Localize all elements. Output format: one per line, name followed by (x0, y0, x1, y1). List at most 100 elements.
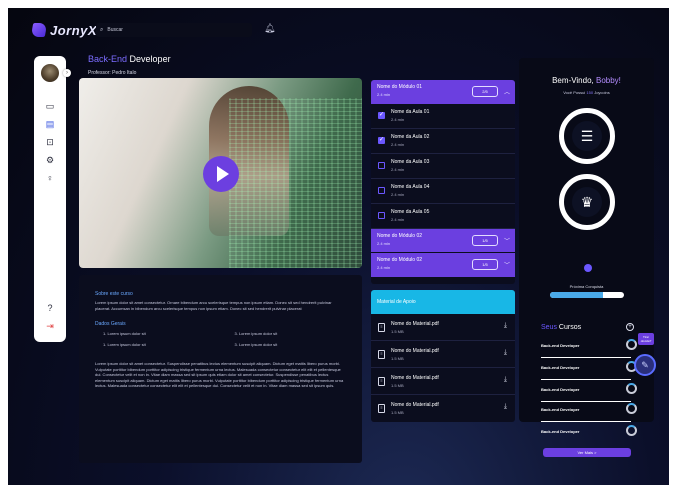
book-icon[interactable]: ▤ (44, 118, 56, 130)
course-item[interactable]: Back-end Developer (541, 380, 637, 402)
chevron-down-icon[interactable]: ﹀ (504, 236, 510, 245)
lesson-duration: 2.4 min (391, 117, 405, 122)
course-name: Back-end Developer (541, 365, 580, 370)
play-button[interactable] (203, 156, 239, 192)
download-icon[interactable]: ⤓ (504, 322, 507, 330)
add-course-icon[interactable]: + (626, 323, 634, 331)
coins-stack-icon: ☰ (572, 121, 602, 151)
app-logo[interactable]: JornyX (30, 20, 98, 40)
achievement-indicator (584, 264, 592, 272)
lightbulb-icon[interactable]: ♀ (44, 172, 56, 184)
document-icon: ≡ (378, 404, 385, 413)
search-input[interactable]: ⌕ Buscar (96, 23, 252, 37)
achievement-progress-fill (550, 292, 604, 298)
general-item: 1. Lorem ipsum dolor sit (103, 331, 146, 336)
course-title: Back-End Developer (88, 54, 171, 64)
lesson-item[interactable]: Nome da Aula 04 2.4 min (371, 179, 515, 204)
download-icon[interactable]: ⤓ (504, 349, 507, 357)
modules-panel: Nome do Módulo 01 2.4 min 2/5 ︿ Nome da … (371, 80, 515, 284)
courses-title-highlight: Seus (541, 324, 557, 331)
lesson-item[interactable]: Nome da Aula 02 2.4 min (371, 129, 515, 154)
material-size: 1.5 MB (391, 356, 404, 361)
materials-panel: Material de Apoio ≡ Nome do Material.pdf… (371, 290, 515, 422)
monitor-icon[interactable]: ▭ (44, 100, 56, 112)
coins-suffix: Joycoins (594, 90, 610, 95)
chevron-up-icon[interactable]: ︿ (504, 87, 510, 96)
material-item[interactable]: ≡ Nome do Material.pdf 1.5 MB ⤓ (371, 341, 515, 368)
lesson-name: Nome da Aula 02 (391, 134, 430, 140)
lesson-duration: 2.4 min (391, 167, 405, 172)
module-progress-badge: 1/5 (472, 235, 498, 246)
lesson-checkbox[interactable] (378, 187, 385, 194)
welcome-prefix: Bem-Vindo, (552, 76, 594, 85)
course-name: Back-end Developer (541, 407, 580, 412)
download-icon[interactable]: ⤓ (504, 403, 507, 411)
logout-icon[interactable]: ⇥ (44, 320, 56, 332)
profile-panel: Bem-Vindo, Bobby! Você Possui 150 Joycoi… (519, 58, 656, 422)
chat-bot-button[interactable]: ✎ (634, 354, 656, 376)
material-item[interactable]: ≡ Nome do Material.pdf 1.5 MB ⤓ (371, 314, 515, 341)
achievement-ring: ♛ (559, 174, 615, 230)
about-title: Sobre este curso (95, 291, 133, 297)
document-icon: ≡ (378, 377, 385, 386)
lesson-duration: 2.4 min (391, 142, 405, 147)
coins-text: Você Possui 150 Joycoins (519, 90, 654, 95)
material-item[interactable]: ≡ Nome do Material.pdf 1.5 MB ⤓ (371, 368, 515, 395)
video-player[interactable] (79, 78, 362, 268)
module-progress-badge: 2/5 (472, 86, 498, 97)
module-header[interactable]: Nome do Módulo 02 2.4 min 1/5 ﹀ (371, 253, 515, 277)
general-item: 1. Lorem ipsum dolor sit (103, 342, 146, 347)
course-item[interactable]: Back-end Developer (541, 422, 637, 444)
lesson-checkbox[interactable] (378, 111, 385, 119)
course-item[interactable]: Back-end Developer (541, 358, 637, 380)
course-item[interactable]: Back-end Developer (541, 336, 637, 358)
course-progress-ring (626, 339, 637, 350)
next-achievement-label: Próxima Conquista (569, 284, 604, 289)
help-icon[interactable]: ? (44, 302, 56, 314)
document-icon: ≡ (378, 323, 385, 332)
search-placeholder: Buscar (107, 27, 123, 33)
lesson-item[interactable]: Nome da Aula 05 2.4 min (371, 204, 515, 229)
lesson-name: Nome da Aula 03 (391, 159, 430, 165)
lesson-duration: 2.4 min (391, 217, 405, 222)
material-size: 1.5 MB (391, 329, 404, 334)
course-description-panel: Sobre este curso Lorem ipsum dolor sit a… (79, 275, 362, 463)
lesson-checkbox[interactable] (378, 136, 385, 144)
materials-header[interactable]: Material de Apoio (371, 290, 515, 314)
general-title: Dados Gerais (95, 321, 126, 327)
document-icon: ≡ (378, 350, 385, 359)
module-header[interactable]: Nome do Módulo 02 2.4 min 1/5 ﹀ (371, 229, 515, 253)
material-item[interactable]: ≡ Nome do Material.pdf 1.5 MB ⤓ (371, 395, 515, 422)
module-progress-badge: 1/5 (472, 259, 498, 270)
help-tooltip: Tirar dúvida? (638, 333, 654, 345)
professor-label: Professor: Pedro Italo (88, 70, 137, 76)
avatar[interactable] (41, 64, 59, 82)
course-title-rest: Developer (129, 54, 171, 64)
general-item: 3. Lorem ipsum dolor sit (234, 331, 278, 336)
logo-mark-icon (30, 23, 48, 37)
collapse-chevron-icon[interactable]: › (63, 69, 71, 77)
trophy-icon: ♛ (572, 187, 602, 217)
download-icon[interactable]: ⤓ (504, 376, 507, 384)
bell-icon[interactable]: 🔔︎ (264, 22, 275, 34)
chevron-down-icon[interactable]: ﹀ (504, 260, 510, 269)
gear-icon[interactable]: ⚙ (44, 154, 56, 166)
lesson-item[interactable]: Nome da Aula 03 2.4 min (371, 154, 515, 179)
video-overlay (229, 98, 362, 268)
courses-title-rest: Cursos (558, 324, 582, 331)
logo-text: JornyX (50, 22, 98, 38)
module-header[interactable]: Nome do Módulo 01 2.4 min 2/5 ︿ (371, 80, 515, 104)
course-progress-ring (626, 383, 637, 394)
about-text: Lorem ipsum dolor sit amet consectetur. … (95, 300, 332, 311)
lesson-checkbox[interactable] (378, 212, 385, 219)
welcome-title: Bem-Vindo, Bobby! (519, 76, 654, 85)
lesson-checkbox[interactable] (378, 162, 385, 169)
sidebar: › ▭ ▤ ⊡ ⚙ ♀ ? ⇥ (34, 56, 71, 342)
course-item[interactable]: Back-end Developer (541, 400, 637, 422)
material-name: Nome do Material.pdf (391, 402, 439, 408)
course-title-highlight: Back-End (88, 54, 128, 64)
see-more-button[interactable]: Ver Mais > (543, 448, 631, 457)
gamepad-icon[interactable]: ⊡ (44, 136, 56, 148)
material-name: Nome do Material.pdf (391, 348, 439, 354)
lesson-item[interactable]: Nome da Aula 01 2.4 min (371, 104, 515, 129)
